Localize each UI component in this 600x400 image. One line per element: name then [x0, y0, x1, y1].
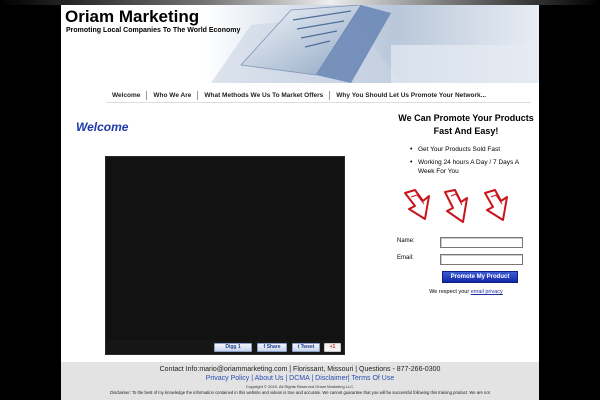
privacy-note-text: We respect your [429, 289, 470, 295]
nav-item-methods[interactable]: What Methods We Us To Market Offers [198, 90, 331, 100]
site-footer: Contact Info:mario@oriammarketing.com | … [61, 362, 539, 400]
privacy-note: We respect your email privacy [397, 289, 535, 295]
email-input[interactable] [440, 254, 523, 265]
site-tagline: Promoting Local Companies To The World E… [66, 27, 241, 34]
sidebar-title: We Can Promote Your Products Fast And Ea… [398, 113, 534, 136]
digg-count: 1 [237, 344, 241, 350]
nav-item-who-we-are[interactable]: Who We Are [147, 90, 199, 100]
name-label: Name: [397, 238, 415, 244]
footer-links: Privacy Policy | About Us | DCMA | Discl… [205, 375, 395, 382]
facebook-share-label: Share [266, 344, 281, 350]
footer-disclaimer: Disclaimer: To the best of my knowledge … [110, 390, 490, 395]
google-plus-label: +1 [329, 344, 336, 350]
page-container: Oriam Marketing Promoting Local Companie… [61, 5, 539, 400]
tweet-label: Tweet [300, 344, 315, 350]
footer-link-dcma[interactable]: DCMA [289, 375, 309, 382]
facebook-share-button[interactable]: f Share [257, 343, 287, 352]
signup-sidebar: We Can Promote Your Products Fast And Ea… [397, 112, 535, 295]
twitter-icon: t [297, 344, 300, 350]
footer-link-terms[interactable]: Terms Of Use [351, 375, 394, 382]
nav-item-welcome[interactable]: Welcome [106, 90, 148, 100]
nav-item-why-promote[interactable]: Why You Should Let Us Promote Your Netwo… [330, 91, 492, 100]
site-title[interactable]: Oriam Marketing [65, 7, 199, 27]
footer-link-privacy-policy[interactable]: Privacy Policy [206, 375, 250, 382]
footer-link-disclaimer[interactable]: Disclaimer [315, 375, 348, 382]
site-header: Oriam Marketing Promoting Local Companie… [61, 5, 539, 83]
benefit-item: Get Your Products Sold Fast [410, 145, 535, 154]
footer-contact: Contact Info:mario@oriammarketing.com | … [159, 366, 441, 373]
facebook-icon: f [263, 344, 266, 350]
nav-divider [106, 102, 531, 103]
email-label: Email: [397, 255, 414, 261]
footer-link-about-us[interactable]: About Us [255, 375, 284, 382]
google-plus-button[interactable]: +1 [324, 343, 341, 352]
page-heading: Welcome [76, 120, 129, 134]
name-input[interactable] [440, 237, 523, 248]
digg-button[interactable]: Digg 1 [214, 343, 252, 352]
share-bar: Digg 1 f Share t Tweet +1 [106, 340, 344, 354]
video-player[interactable]: Digg 1 f Share t Tweet +1 [105, 156, 345, 355]
benefit-item: Working 24 hours A Day / 7 Days A Week F… [410, 158, 535, 176]
down-arrows-icon [404, 189, 508, 223]
email-privacy-link[interactable]: email privacy [471, 289, 503, 295]
twitter-tweet-button[interactable]: t Tweet [292, 343, 320, 352]
digg-label: Digg [225, 344, 237, 350]
main-nav: Welcome Who We Are What Methods We Us To… [106, 89, 492, 101]
promote-my-product-button[interactable]: Promote My Product [442, 271, 518, 283]
benefits-list: Get Your Products Sold Fast Working 24 h… [410, 145, 535, 176]
footer-copyright: Copyright © 2015. All Rights Reserved Or… [245, 384, 355, 389]
